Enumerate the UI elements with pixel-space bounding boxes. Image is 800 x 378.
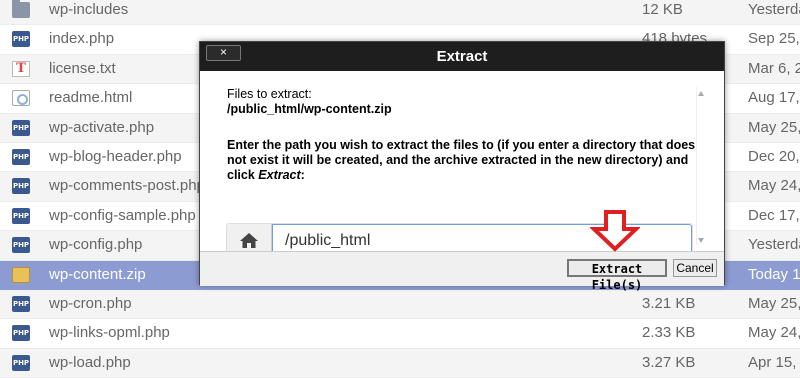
php-file-icon: PHP xyxy=(12,207,30,224)
zip-file-icon xyxy=(12,266,30,283)
php-file-icon: PHP xyxy=(12,149,30,165)
file-name: wp-includes xyxy=(49,1,129,18)
file-name: wp-links-opml.php xyxy=(49,324,170,342)
html-file-icon xyxy=(12,90,30,107)
file-row[interactable]: PHP wp-links-opml.php 2.33 KB May 24, xyxy=(0,319,800,349)
php-file-icon: PHP xyxy=(12,237,30,254)
php-file-icon: PHP xyxy=(12,325,30,342)
file-date: Mar 6, 2 xyxy=(748,59,800,77)
scroll-down-icon[interactable] xyxy=(698,238,704,243)
file-date: May 25, xyxy=(748,295,800,312)
instructions-line-3: click Extract: xyxy=(227,168,305,182)
file-name: wp-comments-post.php xyxy=(49,177,205,195)
file-date: May 25, xyxy=(748,118,800,136)
folder-icon xyxy=(12,0,30,18)
instructions-click: click xyxy=(227,168,259,182)
close-icon: × xyxy=(219,45,227,59)
file-name: wp-load.php xyxy=(49,353,131,371)
file-row[interactable]: PHP wp-cron.php 3.21 KB May 25, xyxy=(0,290,800,320)
php-file-icon: PHP xyxy=(12,31,30,48)
file-name: wp-cron.php xyxy=(49,295,132,312)
file-date: Yesterda xyxy=(748,1,800,18)
dialog-title: Extract xyxy=(436,48,488,65)
file-name: wp-activate.php xyxy=(49,118,155,136)
file-name: wp-content.zip xyxy=(49,265,146,283)
file-name: index.php xyxy=(49,30,115,48)
file-date: Today 1 xyxy=(748,265,800,283)
file-date: Yesterda xyxy=(748,236,800,254)
instructions-line-1: Enter the path you wish to extract the f… xyxy=(227,138,696,152)
file-name: license.txt xyxy=(49,59,116,77)
file-name: readme.html xyxy=(49,89,133,107)
down-arrow-annotation-icon xyxy=(590,210,640,252)
dialog-body: Files to extract: /public_html/wp-conten… xyxy=(200,71,724,258)
instructions-colon: : xyxy=(300,168,305,182)
file-size: 3.21 KB xyxy=(642,295,696,312)
file-date: May 24, xyxy=(748,177,800,195)
file-path: /public_html/wp-content.zip xyxy=(227,102,392,116)
file-size: 3.27 KB xyxy=(642,353,696,371)
file-name: wp-config.php xyxy=(49,236,143,254)
files-label: Files to extract: xyxy=(227,87,312,101)
file-name: wp-blog-header.php xyxy=(49,148,182,165)
file-date: Apr 15, xyxy=(748,353,797,371)
dialog-footer: Extract File(s) Cancel xyxy=(200,251,724,292)
file-date: Sep 25, xyxy=(748,30,800,48)
file-date: Dec 20, xyxy=(748,148,800,165)
php-file-icon: PHP xyxy=(12,296,30,312)
extract-files-button[interactable]: Extract File(s) xyxy=(567,259,667,292)
instructions-line-2: not exist it will be created, and the ar… xyxy=(227,153,689,167)
file-name: wp-config-sample.php xyxy=(49,206,196,224)
php-file-icon: PHP xyxy=(12,119,30,136)
text-file-icon: T xyxy=(12,60,30,77)
dialog-scrollbar[interactable] xyxy=(696,87,707,245)
home-icon xyxy=(240,233,258,248)
instructions-extract-emphasis: Extract xyxy=(258,168,301,182)
file-row[interactable]: PHP wp-load.php 3.27 KB Apr 15, xyxy=(0,348,800,378)
dialog-title-bar: Extract xyxy=(200,42,724,71)
file-size: 2.33 KB xyxy=(642,324,696,342)
scroll-up-icon[interactable] xyxy=(698,91,704,96)
file-date: Aug 17, xyxy=(748,89,800,107)
cancel-button[interactable]: Cancel xyxy=(673,259,717,277)
php-file-icon: PHP xyxy=(12,354,30,371)
php-file-icon: PHP xyxy=(12,178,30,195)
file-size: 12 KB xyxy=(642,1,683,18)
file-date: May 24, xyxy=(748,324,800,342)
dialog-close-button[interactable]: × xyxy=(206,45,241,61)
file-row[interactable]: wp-includes 12 KB Yesterda xyxy=(0,0,800,26)
file-date: Dec 17, xyxy=(748,206,800,224)
extract-dialog: Extract × Files to extract: /public_html… xyxy=(199,41,725,292)
